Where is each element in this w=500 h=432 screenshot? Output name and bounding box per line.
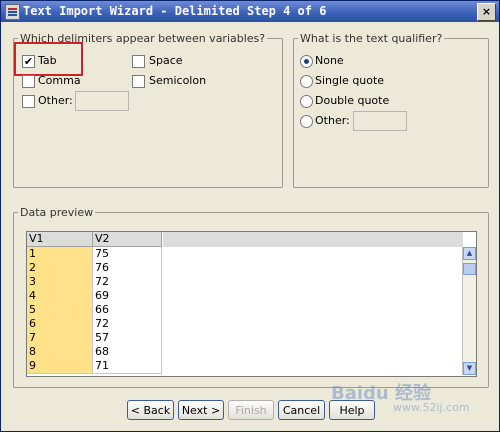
space-checkbox[interactable] [132,55,145,68]
preview-cell-v2[interactable]: 75 [93,247,162,262]
preview-cell-v1[interactable]: 8 [27,345,93,360]
preview-cell-v2[interactable]: 69 [93,289,162,304]
other-delimiter-input[interactable] [75,91,129,111]
header-filler [163,232,463,247]
watermark-url: www.52ij.com [393,401,470,414]
scroll-down-arrow-icon[interactable]: ▼ [463,362,476,375]
preview-cell-v1[interactable]: 7 [27,331,93,346]
data-preview-legend: Data preview [20,206,94,219]
tab-label[interactable]: Tab [38,54,57,67]
qualifier-single-quote-label[interactable]: Single quote [315,74,384,87]
qualifier-none-label[interactable]: None [315,54,344,67]
preview-cell-v1[interactable]: 2 [27,261,93,276]
preview-cell-v1[interactable]: 1 [27,247,93,262]
finish-button[interactable]: Finish [228,400,274,420]
column-header-v2[interactable]: V2 [93,232,162,247]
tab-checkbox[interactable]: ✔ [22,55,35,68]
text-qualifier-legend: What is the text qualifier? [300,32,443,45]
preview-cell-v1[interactable]: 4 [27,289,93,304]
scroll-thumb[interactable] [463,263,476,275]
qualifier-none-radio[interactable] [300,55,313,68]
title-bar: Text Import Wizard - Delimited Step 4 of… [1,1,499,22]
qualifier-other-label[interactable]: Other: [315,114,350,127]
qualifier-other-input[interactable] [353,111,407,131]
cancel-button[interactable]: Cancel [278,400,325,420]
qualifier-double-quote-label[interactable]: Double quote [315,94,389,107]
comma-checkbox[interactable] [22,75,35,88]
semicolon-checkbox[interactable] [132,75,145,88]
other-delimiter-label[interactable]: Other: [38,94,73,107]
other-delimiter-checkbox[interactable] [22,95,35,108]
qualifier-other-radio[interactable] [300,115,313,128]
data-preview-grid[interactable]: V1 V2 1 75 2 76 3 72 4 69 5 66 6 72 7 57 8 68 9 71 ▲ ▼ [26,231,477,377]
close-button[interactable]: × [477,3,496,21]
qualifier-single-quote-radio[interactable] [300,75,313,88]
window-title: Text Import Wizard - Delimited Step 4 of… [23,4,327,18]
preview-cell-v2[interactable]: 71 [93,359,162,374]
scroll-up-arrow-icon[interactable]: ▲ [463,247,476,260]
preview-cell-v1[interactable]: 6 [27,317,93,332]
preview-cell-v2[interactable]: 72 [93,317,162,332]
qualifier-double-quote-radio[interactable] [300,95,313,108]
preview-cell-v2[interactable]: 76 [93,261,162,276]
app-icon [5,4,20,20]
preview-cell-v2[interactable]: 57 [93,331,162,346]
comma-label[interactable]: Comma [38,74,81,87]
preview-cell-v1[interactable]: 3 [27,275,93,290]
preview-cell-v1[interactable]: 9 [27,359,93,374]
preview-cell-v2[interactable]: 68 [93,345,162,360]
back-button[interactable]: < Back [127,400,174,420]
preview-cell-v1[interactable]: 5 [27,303,93,318]
vertical-scrollbar[interactable]: ▲ ▼ [462,247,476,375]
semicolon-label[interactable]: Semicolon [149,74,206,87]
text-import-wizard-window: Text Import Wizard - Delimited Step 4 of… [0,0,500,432]
next-button[interactable]: Next > [178,400,224,420]
space-label[interactable]: Space [149,54,183,67]
preview-cell-v2[interactable]: 72 [93,275,162,290]
column-header-v1[interactable]: V1 [27,232,93,247]
preview-cell-v2[interactable]: 66 [93,303,162,318]
